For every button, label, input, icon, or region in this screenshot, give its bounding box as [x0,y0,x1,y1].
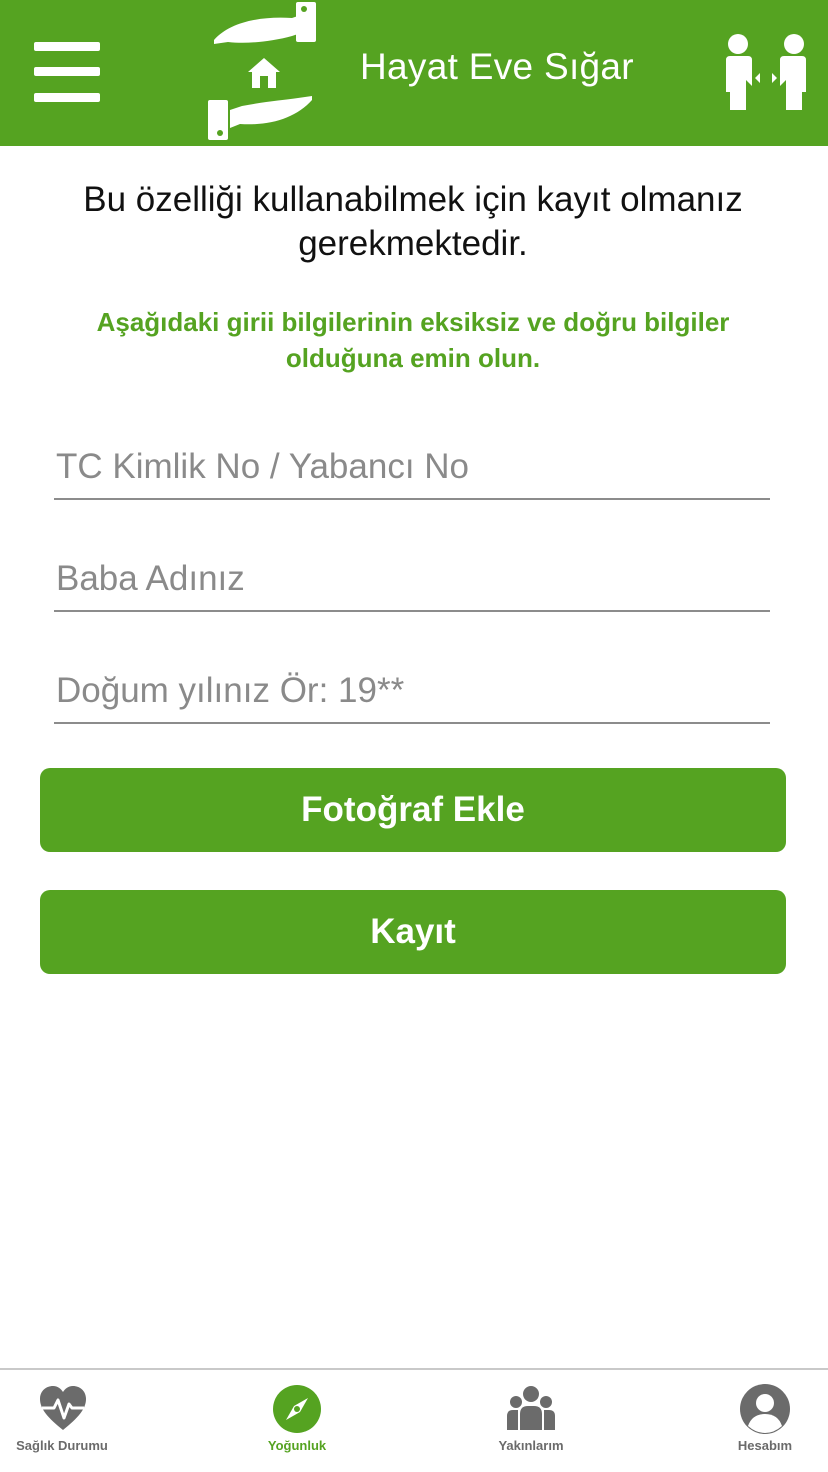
app-header: Hayat Eve Sığar [0,0,828,146]
tc-id-input[interactable] [54,442,774,492]
nav-item-density[interactable]: Yoğunluk [217,1370,377,1472]
hands-house-logo [208,2,316,140]
bottom-navigation: Sağlık Durumu Yoğunluk Yakınlarım Hesabı… [0,1368,828,1472]
birth-year-input[interactable] [54,666,774,716]
heart-pulse-icon [40,1386,86,1430]
nav-item-relatives[interactable]: Yakınlarım [451,1370,611,1472]
user-circle-icon [740,1384,790,1434]
nav-label-account: Hesabım [737,1438,793,1453]
registration-required-message: Bu özelliği kullanabilmek için kayıt olm… [83,180,743,263]
register-button[interactable]: Kayıt [40,890,786,974]
father-name-input[interactable] [54,554,774,604]
add-photo-button[interactable]: Fotoğraf Ekle [40,768,786,852]
menu-button[interactable] [34,42,100,102]
nav-item-health-status[interactable]: Sağlık Durumu [0,1370,142,1472]
add-photo-button-label: Fotoğraf Ekle [301,790,525,829]
social-distance-icon [726,34,806,110]
app-screen: Hayat Eve Sığar Bu özelliği kullanabilme… [0,0,828,1472]
info-warning-message: Aşağıdaki girii bilgilerinin eksiksiz ve… [96,307,730,373]
nav-label-health-status: Sağlık Durumu [16,1438,108,1453]
compass-icon [273,1385,321,1433]
register-button-label: Kayıt [370,912,456,951]
nav-label-relatives: Yakınlarım [498,1438,564,1453]
group-icon [507,1386,555,1430]
nav-item-account[interactable]: Hesabım [685,1370,828,1472]
social-distance-button[interactable] [722,32,810,114]
nav-label-density: Yoğunluk [267,1438,327,1453]
father-name-field-container [54,530,774,612]
app-title: Hayat Eve Sığar [360,46,634,87]
birth-year-field-container [54,642,774,724]
tc-id-field-container [54,418,774,500]
